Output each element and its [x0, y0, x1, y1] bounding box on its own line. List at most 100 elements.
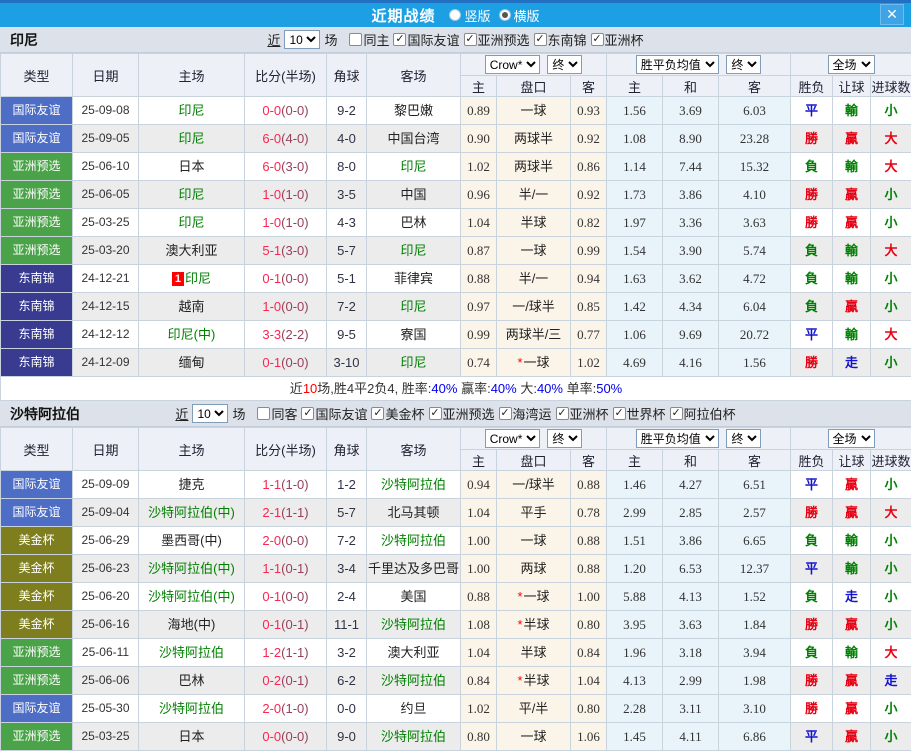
league-filter[interactable]: ✓ 亚洲杯	[590, 30, 644, 49]
games-label: 场	[232, 407, 246, 422]
fulltime-select[interactable]: 全场	[827, 55, 875, 74]
checkbox-checked-icon[interactable]: ✓	[590, 33, 604, 46]
cell-asia-away-odds: 0.80	[569, 694, 608, 723]
bookmaker-select[interactable]: Crow*	[484, 55, 540, 74]
odds-stage-select[interactable]: 终	[547, 55, 583, 74]
cell-asia-home-odds: 1.00	[460, 526, 497, 555]
league-filter[interactable]: ✓ 国际友谊	[393, 30, 460, 49]
league-filter[interactable]: ✓ 亚洲预选	[428, 404, 495, 423]
checkbox-checked-icon[interactable]: ✓	[555, 407, 569, 420]
league-filter[interactable]: ✓ 世界杯	[612, 404, 666, 423]
cell-result-goals: 大	[870, 320, 911, 349]
checkbox-checked-icon[interactable]: ✓	[463, 33, 477, 46]
league-filter[interactable]: ✓ 海湾运	[498, 404, 552, 423]
match-row: 美金杯 25-06-16 海地(中) 0-1(0-1) 11-1 沙特阿拉伯 1.08 *半球…	[0, 610, 911, 639]
cell-euro-home: 4.13	[606, 666, 664, 695]
recent-label[interactable]: 近	[267, 30, 280, 49]
checkbox-checked-icon[interactable]: ✓	[371, 407, 385, 420]
cell-result-handicap: 輸	[832, 526, 872, 555]
cell-date: 25-03-20	[72, 236, 139, 265]
same-venue-filter[interactable]: 同主	[349, 30, 389, 49]
cell-type: 东南锦	[0, 320, 73, 349]
radio-vertical-layout[interactable]: 竖版	[449, 6, 491, 25]
cell-result-wdl: 勝	[790, 498, 834, 527]
cell-score: 1-0(1-0)	[244, 180, 327, 209]
cell-away: 印尼	[366, 152, 461, 181]
home-team-name: 印尼(中)	[167, 327, 216, 342]
col-home: 主场	[138, 53, 245, 97]
recent-results-popup: 近期战绩 竖版 横版 ✕ 印尼 近 10 场 同主 ✓ 国际友谊 ✓ 亚洲预选 ✓ 东南锦…	[0, 0, 911, 754]
col-handicap: 盘口	[496, 75, 571, 97]
cell-score: 0-1(0-0)	[244, 348, 327, 377]
halftime-score: (1-0)	[281, 701, 309, 716]
cell-result-goals: 小	[870, 208, 911, 237]
cell-euro-home: 1.63	[606, 264, 664, 293]
league-filter[interactable]: ✓ 阿拉伯杯	[669, 404, 736, 423]
col-score: 比分(半场)	[244, 427, 327, 471]
checkbox-checked-icon[interactable]: ✓	[669, 407, 683, 420]
cell-date: 25-06-20	[72, 582, 139, 611]
cell-result-handicap: 走	[832, 348, 872, 377]
away-team-name: 美国	[400, 589, 427, 604]
cell-euro-draw: 3.18	[662, 638, 720, 667]
cell-result-handicap: 贏	[832, 666, 872, 695]
checkbox-checked-icon[interactable]: ✓	[301, 407, 315, 420]
league-filter[interactable]: ✓ 东南锦	[533, 30, 587, 49]
radio-vertical-label: 竖版	[464, 8, 491, 24]
league-filter[interactable]: ✓ 亚洲杯	[555, 404, 609, 423]
cell-score: 1-1(1-0)	[244, 470, 327, 499]
cell-date: 25-03-25	[72, 208, 139, 237]
cell-date: 25-06-29	[72, 526, 139, 555]
away-team-name: 沙特阿拉伯	[380, 533, 446, 548]
euro-avg-select[interactable]: 胜平负均值	[635, 55, 719, 74]
cell-euro-home: 1.51	[606, 526, 664, 555]
fulltime-score: 0-2	[262, 673, 282, 688]
layout-radio-group: 竖版 横版	[441, 6, 540, 25]
handicap-value: 两球半	[513, 131, 553, 146]
bookmaker-select[interactable]: Crow*	[484, 429, 540, 448]
euro-stage-select[interactable]: 终	[726, 429, 762, 448]
cell-away: 美国	[366, 582, 461, 611]
checkbox-unchecked-icon[interactable]	[257, 407, 271, 420]
recent-label[interactable]: 近	[175, 404, 188, 423]
checkbox-checked-icon[interactable]: ✓	[612, 407, 626, 420]
checkbox-unchecked-icon[interactable]	[349, 33, 363, 46]
euro-avg-select[interactable]: 胜平负均值	[635, 429, 719, 448]
cell-type: 国际友谊	[0, 470, 73, 499]
league-filter[interactable]: ✓ 美金杯	[371, 404, 425, 423]
cell-euro-away: 1.84	[718, 610, 792, 639]
cell-result-goals: 大	[870, 498, 911, 527]
league-filter[interactable]: ✓ 亚洲预选	[463, 30, 530, 49]
cell-corner: 1-2	[326, 470, 367, 499]
cell-euro-draw: 3.90	[662, 236, 720, 265]
odds-stage-select[interactable]: 终	[547, 429, 583, 448]
cell-corner: 9-2	[326, 96, 367, 125]
checkbox-checked-icon[interactable]: ✓	[393, 33, 407, 46]
match-row: 东南锦 24-12-12 印尼(中) 3-3(2-2) 9-5 寮国 0.99 两球半/三 0.…	[0, 320, 911, 349]
checkbox-checked-icon[interactable]: ✓	[498, 407, 512, 420]
fulltime-select[interactable]: 全场	[827, 429, 875, 448]
handicap-value: 两球半	[513, 159, 553, 174]
handicap-star: *	[517, 589, 523, 604]
halftime-score: (2-2)	[281, 327, 309, 342]
radio-unselected-icon[interactable]	[449, 9, 462, 21]
checkbox-checked-icon[interactable]: ✓	[428, 407, 442, 420]
same-venue-filter[interactable]: 同客	[257, 404, 297, 423]
cell-type: 亚洲预选	[0, 152, 73, 181]
league-filter[interactable]: ✓ 国际友谊	[301, 404, 367, 423]
match-row: 亚洲预选 25-03-20 澳大利亚 5-1(3-0) 5-7 印尼 0.87 一球 0.99 1…	[0, 236, 911, 265]
radio-horizontal-layout[interactable]: 横版	[498, 6, 540, 25]
col-euro-away: 客	[718, 449, 792, 471]
match-count-select[interactable]: 10	[192, 404, 229, 423]
cell-score: 5-1(3-0)	[244, 236, 327, 265]
summary-segment: 10	[302, 381, 318, 396]
checkbox-checked-icon[interactable]: ✓	[533, 33, 547, 46]
radio-selected-icon[interactable]	[498, 9, 511, 21]
match-count-select[interactable]: 10	[284, 30, 321, 49]
cell-asia-away-odds: 0.92	[569, 180, 608, 209]
cell-result-handicap: 輸	[832, 96, 872, 125]
cell-euro-away: 3.10	[718, 694, 792, 723]
euro-stage-select[interactable]: 终	[726, 55, 762, 74]
cell-corner: 3-10	[326, 348, 367, 377]
close-icon[interactable]: ✕	[880, 4, 904, 25]
